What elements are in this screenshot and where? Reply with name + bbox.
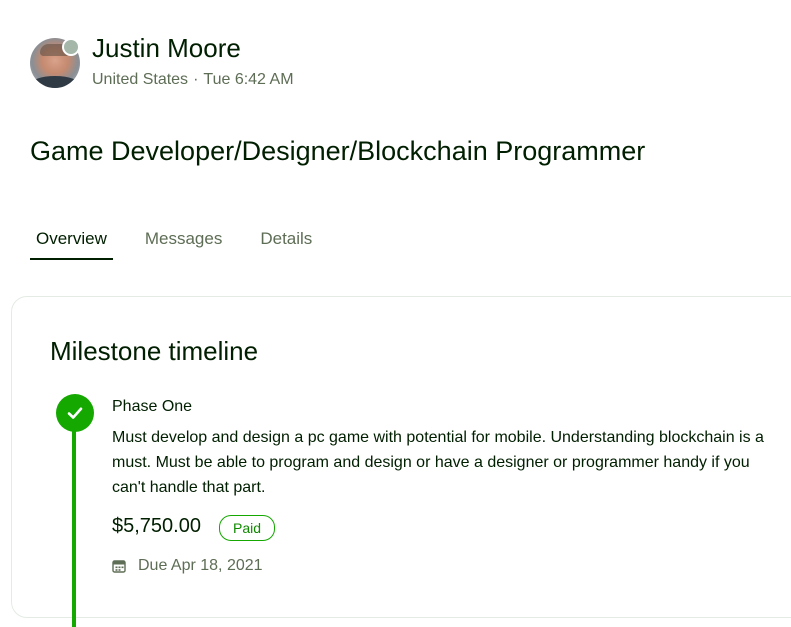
timeline-line (72, 427, 76, 627)
avatar-shirt (30, 76, 80, 88)
milestone-status-badge: Paid (219, 515, 276, 541)
calendar-icon (112, 560, 126, 573)
tab-overview[interactable]: Overview (30, 226, 113, 260)
online-status-dot-icon (62, 38, 80, 56)
tab-details[interactable]: Details (254, 226, 318, 260)
milestone-card: Milestone timeline Phase One Must develo… (11, 296, 791, 627)
tab-bar: Overview Messages Details (30, 226, 344, 260)
milestone-timeline-heading: Milestone timeline (50, 336, 259, 366)
milestone-due-date: Due Apr 18, 2021 (138, 557, 263, 574)
tab-messages[interactable]: Messages (139, 226, 228, 260)
client-meta: United States · Tue 6:42 AM (92, 70, 294, 90)
milestone-check-icon (56, 394, 94, 432)
job-title: Game Developer/Designer/Blockchain Progr… (30, 136, 646, 166)
milestone-amount: $5,750.00 (112, 515, 201, 537)
client-name: Justin Moore (92, 33, 241, 63)
milestone-description: Must develop and design a pc game with p… (112, 429, 764, 496)
meta-separator: · (193, 71, 199, 88)
client-location: United States (92, 71, 189, 88)
milestone-name: Phase One (112, 398, 193, 415)
client-local-time: Tue 6:42 AM (203, 71, 294, 88)
